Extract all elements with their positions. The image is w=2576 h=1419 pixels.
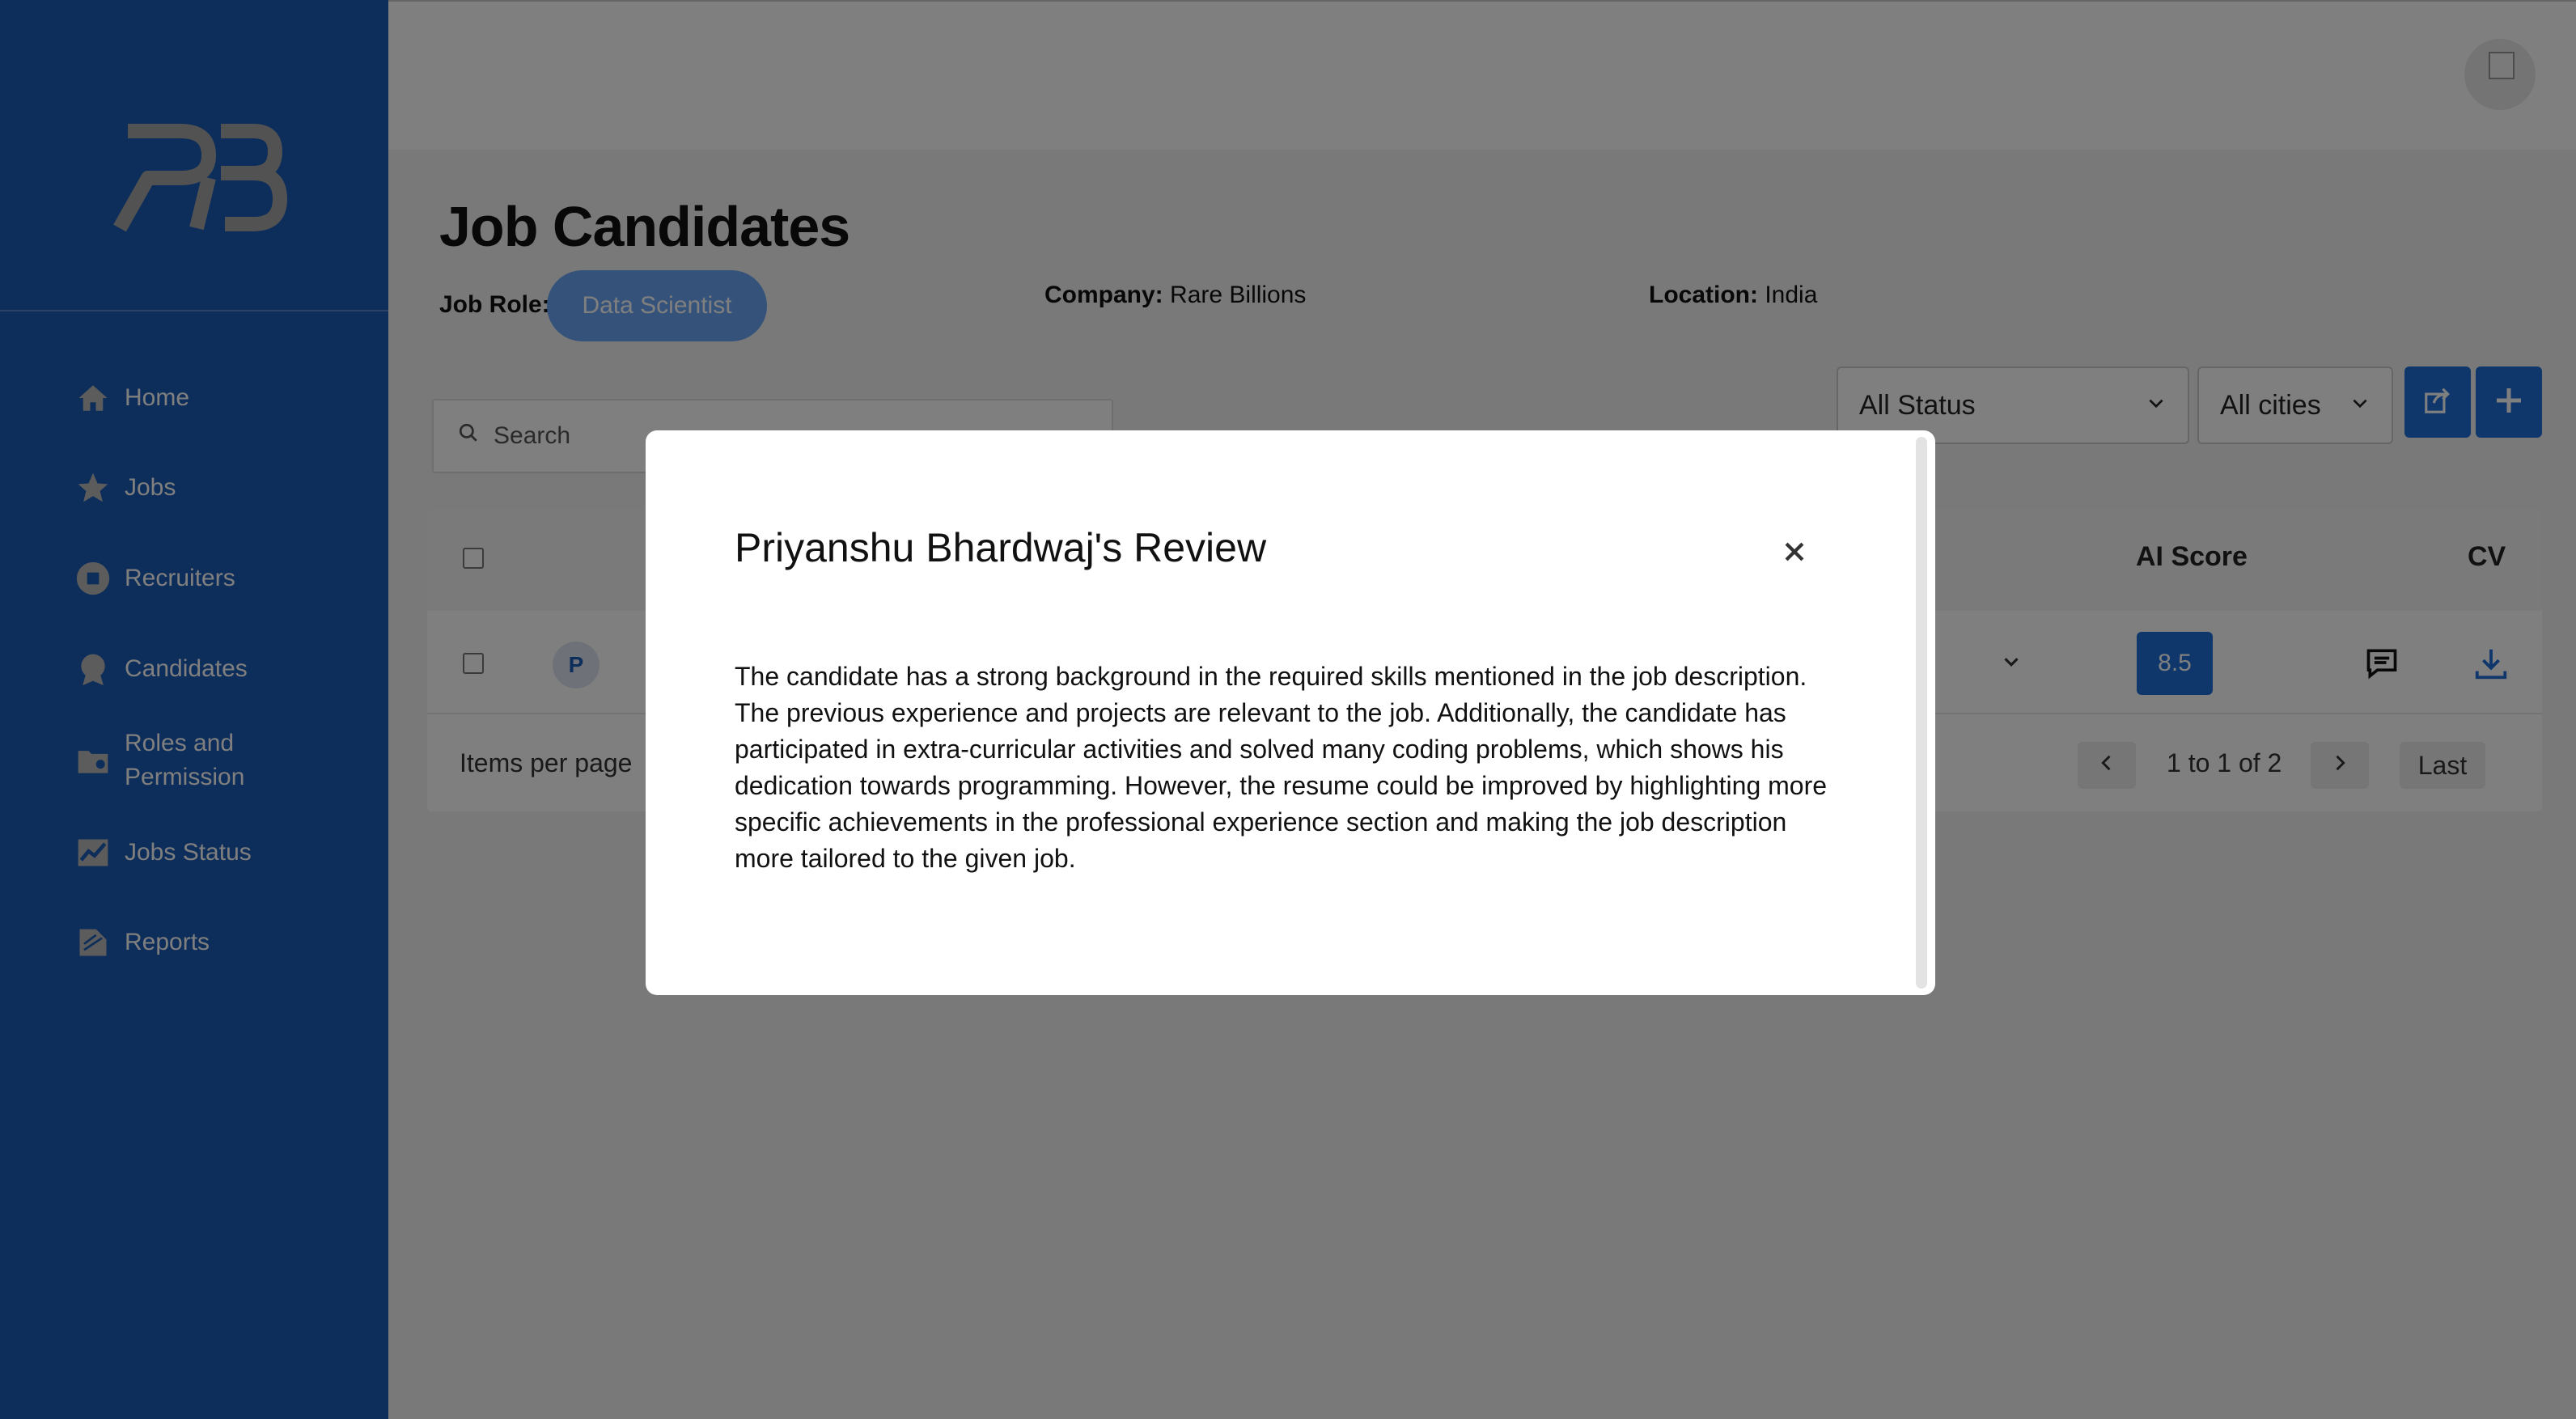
review-modal: Priyanshu Bhardwaj's Review The candidat… xyxy=(646,430,1935,995)
modal-scrollbar[interactable] xyxy=(1916,437,1927,989)
close-button[interactable] xyxy=(1778,537,1811,570)
modal-title: Priyanshu Bhardwaj's Review xyxy=(735,525,1267,570)
review-text: The candidate has a strong background in… xyxy=(735,662,1828,873)
close-icon xyxy=(1781,538,1808,570)
